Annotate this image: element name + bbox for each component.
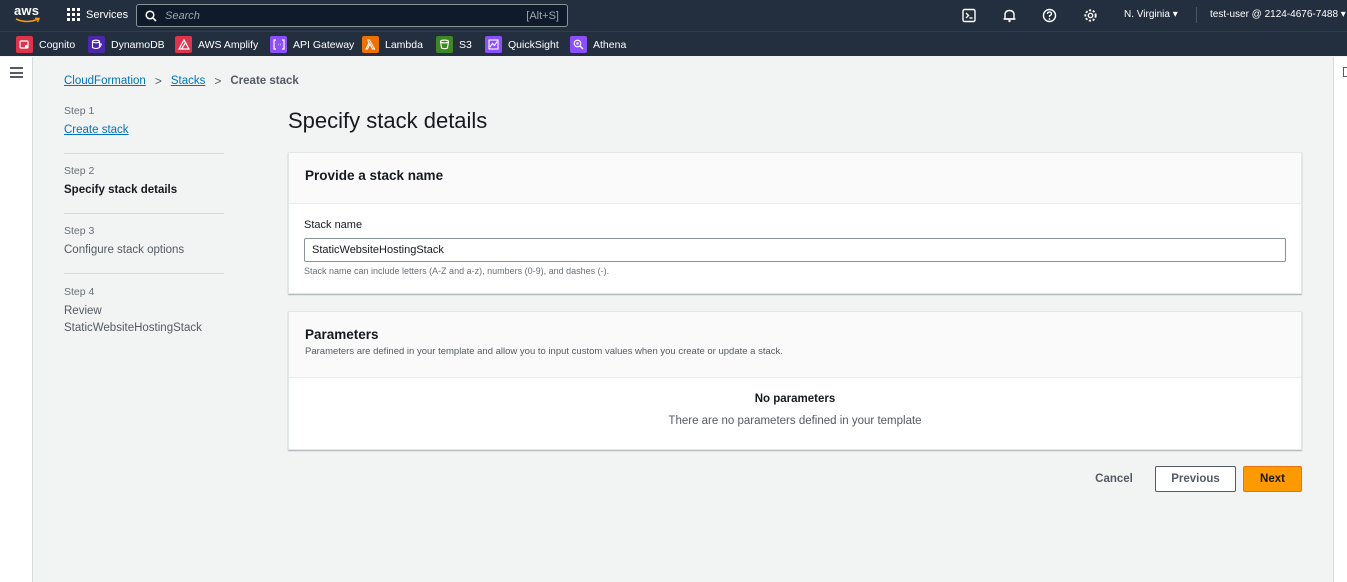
region-selector[interactable]: N. Virginia ▾	[1124, 9, 1178, 20]
services-label: Services	[86, 8, 129, 21]
search-input[interactable]	[165, 9, 527, 22]
panel-header: Parameters Parameters are defined in you…	[289, 312, 1301, 378]
favorite-lambda[interactable]: Lambda	[362, 36, 423, 53]
favorite-cognito[interactable]: Cognito	[16, 36, 75, 53]
lambda-icon	[362, 36, 379, 53]
favorite-aws-amplify[interactable]: AWS Amplify	[175, 36, 258, 53]
step-link-create-stack[interactable]: Create stack	[64, 122, 224, 139]
favorite-dynamodb[interactable]: DynamoDB	[88, 36, 165, 53]
step-number: Step 2	[64, 165, 95, 177]
breadcrumb-current: Create stack	[230, 75, 299, 87]
search-icon	[145, 9, 157, 22]
breadcrumb-cloudformation[interactable]: CloudFormation	[64, 75, 146, 87]
services-menu-button[interactable]: Services	[67, 8, 128, 21]
favorite-label: Cognito	[39, 38, 76, 51]
cancel-button[interactable]: Cancel	[1088, 466, 1140, 492]
stack-name-input[interactable]	[304, 238, 1286, 262]
empty-state-description: There are no parameters defined in your …	[668, 415, 922, 427]
page-title: Specify stack details	[288, 108, 488, 133]
side-navigation-rail	[0, 57, 33, 582]
cloudshell-icon[interactable]	[962, 8, 977, 23]
favorite-label: S3	[459, 38, 472, 51]
panel-title: Parameters	[305, 327, 379, 342]
account-menu[interactable]: test-user @ 2124-4676-7488 ▾	[1210, 9, 1346, 20]
step-sublabel: StaticWebsiteHostingStack	[64, 322, 202, 334]
nav-divider	[1196, 7, 1197, 23]
api-gateway-icon	[270, 36, 287, 53]
wizard-step-2: Step 2 Specify stack details	[64, 165, 224, 199]
s3-icon	[436, 36, 453, 53]
aws-logo[interactable]: aws	[14, 4, 42, 26]
settings-icon[interactable]	[1083, 8, 1098, 23]
bell-icon[interactable]	[1002, 8, 1017, 23]
favorite-label: Lambda	[385, 38, 423, 51]
step-number: Step 4	[64, 286, 95, 298]
favorite-quicksight[interactable]: QuickSight	[485, 36, 559, 53]
favorite-s3[interactable]: S3	[436, 36, 472, 53]
tools-panel-rail	[1333, 57, 1347, 582]
panel-description: Parameters are defined in your template …	[305, 346, 783, 357]
favorite-label: DynamoDB	[111, 38, 165, 51]
help-icon[interactable]	[1042, 8, 1057, 23]
panel-body: Stack name Stack name can include letter…	[289, 204, 1301, 276]
dynamodb-icon	[88, 36, 105, 53]
step-divider	[64, 213, 224, 214]
step-number: Step 3	[64, 225, 95, 237]
wizard-step-3: Step 3 Configure stack options	[64, 225, 224, 259]
stack-name-label: Stack name	[304, 219, 363, 231]
step-label: Review	[64, 305, 102, 317]
aws-logo-text: aws	[14, 3, 40, 18]
athena-icon	[570, 36, 587, 53]
favorite-api-gateway[interactable]: API Gateway	[270, 36, 354, 53]
panel-title: Provide a stack name	[305, 168, 444, 183]
menu-icon[interactable]	[10, 67, 23, 78]
cognito-icon	[16, 36, 33, 53]
aws-smile-icon	[15, 17, 41, 23]
next-button[interactable]: Next	[1243, 466, 1302, 492]
tools-panel-icon[interactable]	[1343, 67, 1347, 77]
breadcrumb: CloudFormation > Stacks > Create stack	[64, 74, 299, 88]
search-bar[interactable]: [Alt+S]	[136, 4, 568, 27]
step-label: Configure stack options	[64, 244, 185, 256]
panel-header: Provide a stack name	[289, 153, 1301, 204]
search-shortcut-hint: [Alt+S]	[526, 9, 559, 22]
quicksight-icon	[485, 36, 502, 53]
favorite-label: AWS Amplify	[198, 38, 259, 51]
grid-icon	[67, 8, 80, 21]
wizard-step-1: Step 1 Create stack	[64, 105, 224, 139]
step-number: Step 1	[64, 105, 95, 117]
stack-name-panel: Provide a stack name Stack name Stack na…	[288, 152, 1302, 294]
chevron-right-icon: >	[154, 74, 162, 88]
favorite-label: QuickSight	[508, 38, 559, 51]
favorite-label: Athena	[593, 38, 627, 51]
parameters-panel: Parameters Parameters are defined in you…	[288, 311, 1302, 450]
panel-body: No parameters There are no parameters de…	[289, 378, 1301, 427]
amplify-icon	[175, 36, 192, 53]
previous-button[interactable]: Previous	[1155, 466, 1236, 492]
empty-state-title: No parameters	[754, 393, 836, 405]
chevron-right-icon: >	[214, 74, 222, 88]
favorites-bar: Cognito DynamoDB AWS Amplify API Gateway…	[0, 31, 1347, 56]
stack-name-hint: Stack name can include letters (A-Z and …	[304, 266, 610, 276]
wizard-step-4: Step 4 Review StaticWebsiteHostingStack	[64, 286, 224, 337]
breadcrumb-stacks[interactable]: Stacks	[171, 75, 206, 87]
favorite-label: API Gateway	[293, 38, 355, 51]
step-label-current: Specify stack details	[64, 184, 178, 196]
favorite-athena[interactable]: Athena	[570, 36, 626, 53]
step-divider	[64, 273, 224, 274]
top-navigation: aws Services [Alt+S] N	[0, 0, 1347, 31]
step-divider	[64, 153, 224, 154]
